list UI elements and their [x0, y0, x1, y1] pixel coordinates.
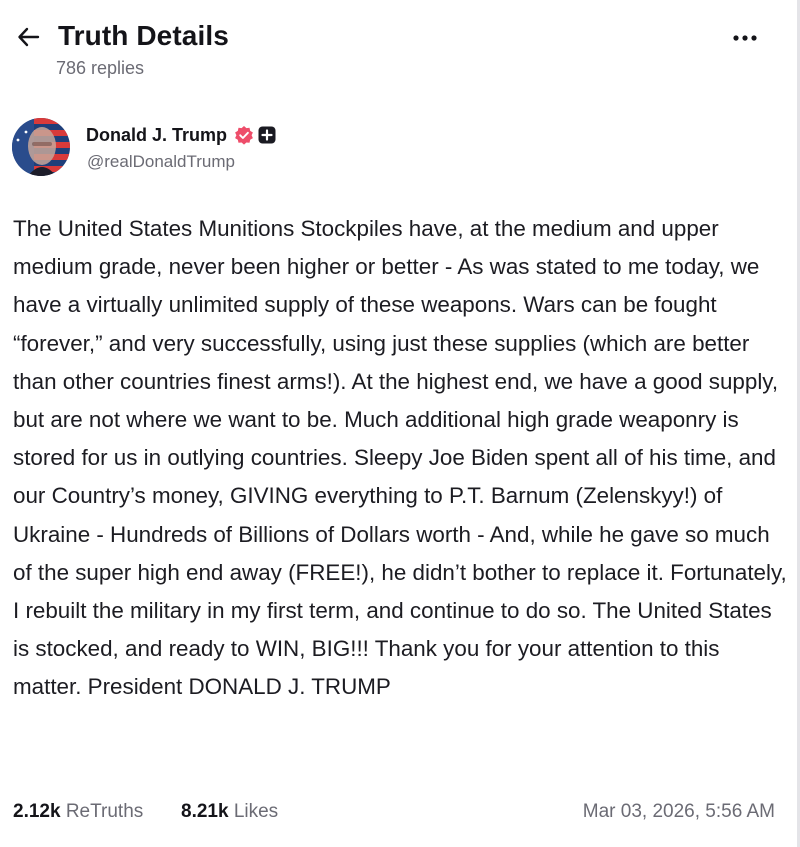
page-header: Truth Details 786 replies [14, 14, 780, 86]
likes-count: 8.21k [181, 801, 229, 822]
retruths-label: ReTruths [65, 801, 144, 822]
replies-count: 786 replies [56, 58, 145, 78]
post-stats: 2.12k ReTruths 8.21k Likes Mar 03, 2026,… [13, 797, 780, 827]
verified-badge-icon [235, 126, 253, 145]
author-name-row: Donald J. Trump [86, 122, 276, 148]
arrow-left-icon [18, 27, 40, 47]
post-author: Donald J. Trump @realDonaldTrump [12, 118, 780, 182]
likes-label: Likes [233, 801, 279, 822]
post-timestamp: Mar 03, 2026, 5:56 AM [582, 801, 775, 822]
retruths-count: 2.12k [13, 801, 61, 822]
likes-stat[interactable]: 8.21k Likes [181, 801, 278, 823]
avatar[interactable] [12, 118, 70, 176]
post-content: The United States Munitions Stockpiles h… [13, 210, 788, 707]
more-options-button[interactable] [730, 28, 760, 48]
author-handle[interactable]: @realDonaldTrump [87, 152, 235, 172]
plus-square-icon [258, 126, 276, 144]
more-horizontal-icon [733, 35, 757, 41]
back-button[interactable] [16, 24, 42, 50]
post-text: The United States Munitions Stockpiles h… [13, 216, 787, 700]
page-title: Truth Details [58, 20, 229, 51]
author-name[interactable]: Donald J. Trump [86, 125, 227, 146]
retruths-stat[interactable]: 2.12k ReTruths [13, 801, 143, 823]
